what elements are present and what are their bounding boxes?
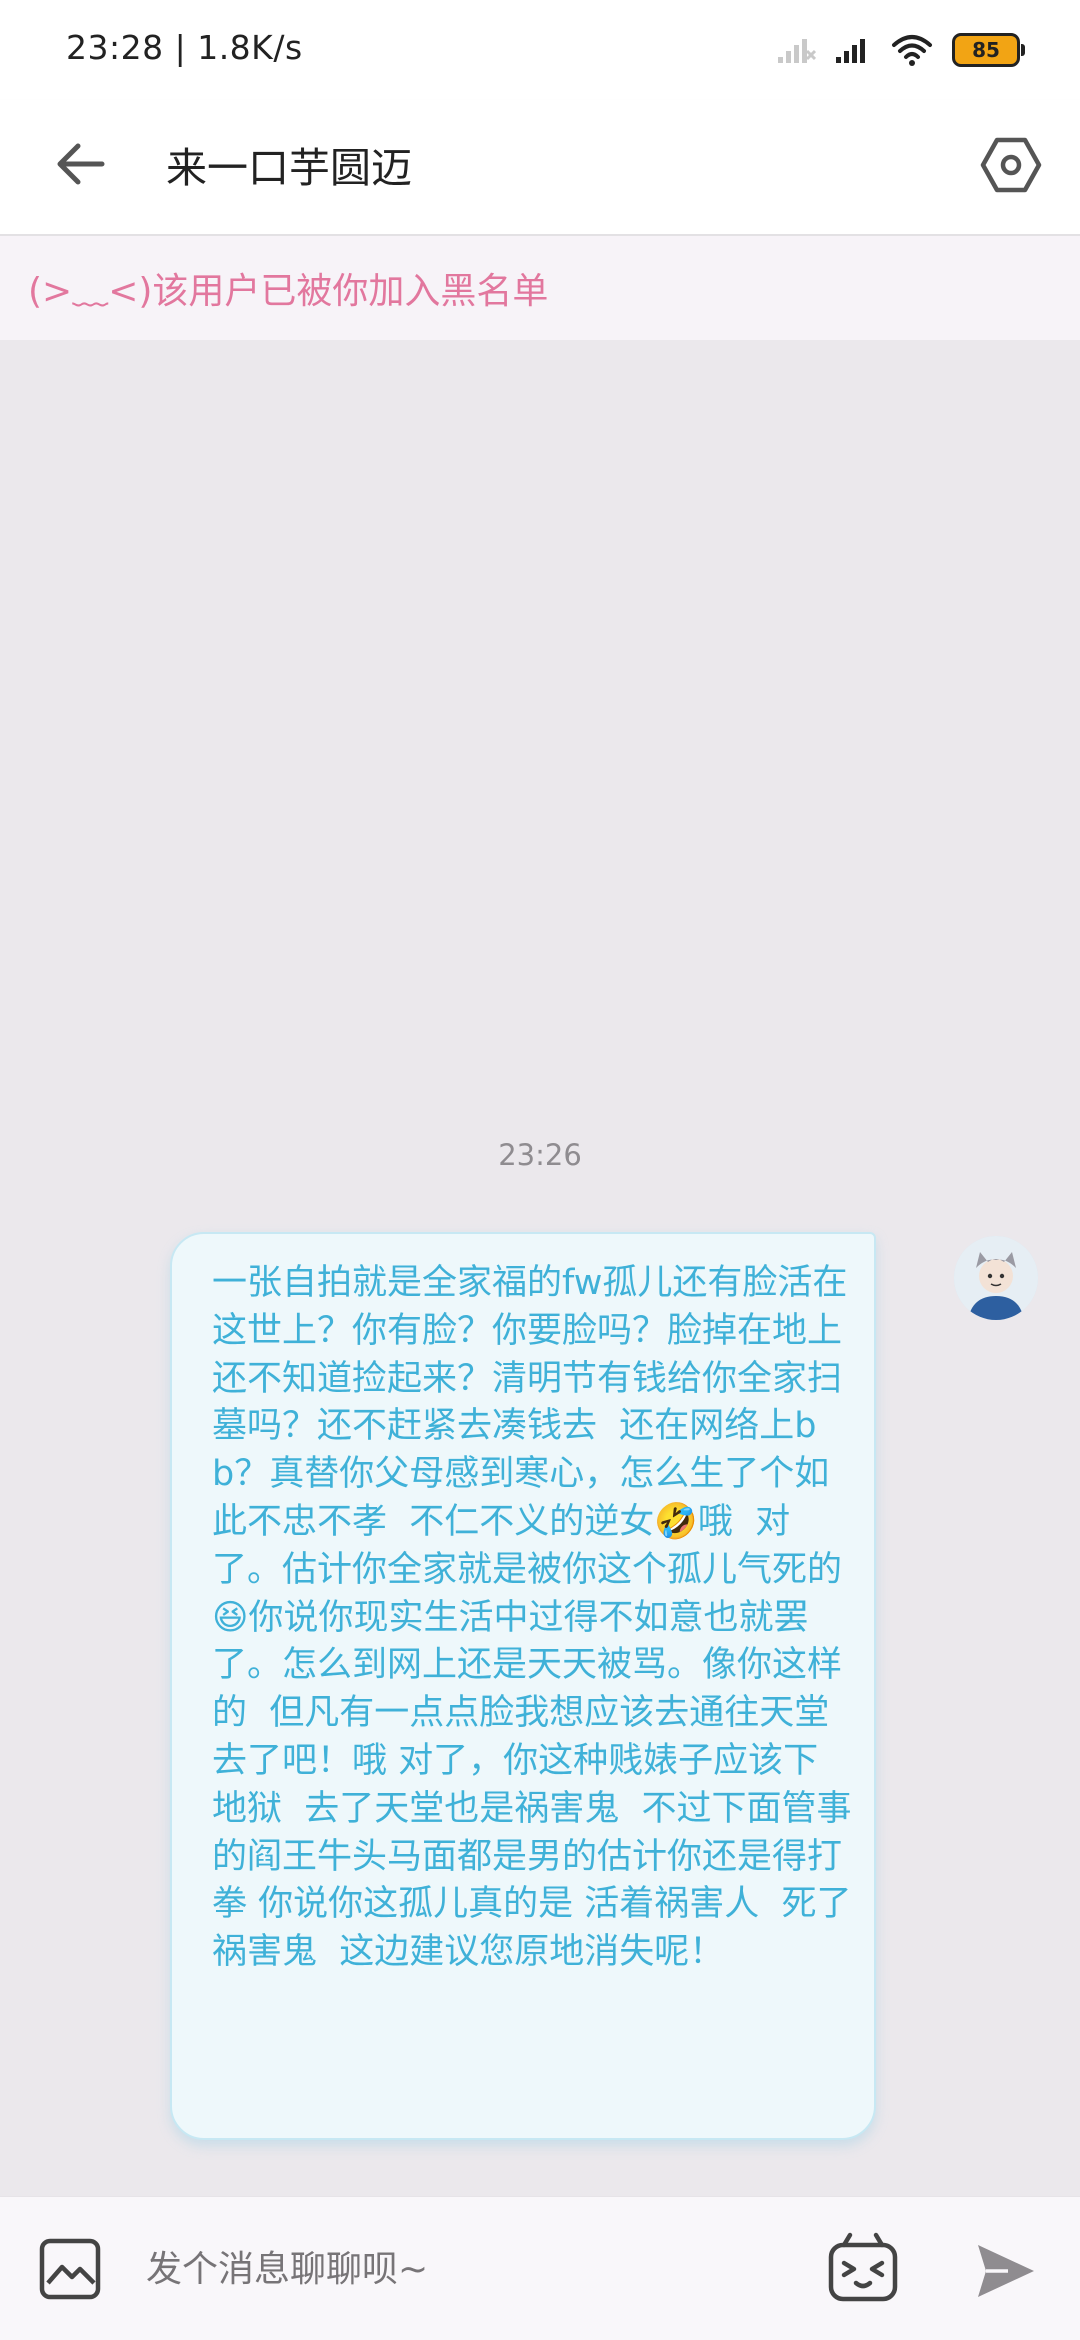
page-title: 来一口芋圆迈 — [166, 144, 412, 192]
signal-icon — [836, 39, 865, 63]
app-bar: 来一口芋圆迈 — [0, 100, 1080, 236]
blacklist-notice-text: (>﹏<)该用户已被你加入黑名单 — [28, 271, 549, 312]
back-arrow-icon — [57, 143, 105, 185]
back-button[interactable] — [44, 128, 116, 200]
battery-level: 85 — [972, 38, 1000, 62]
send-button[interactable] — [974, 2239, 1038, 2303]
image-icon — [39, 2238, 101, 2300]
image-button[interactable] — [38, 2237, 102, 2301]
signal-empty-icon — [778, 39, 816, 63]
message-timestamp: 23:26 — [498, 1138, 582, 1172]
status-time-speed: 23:28 | 1.8K/s — [66, 28, 303, 67]
emoji-button[interactable] — [826, 2231, 900, 2305]
wifi-icon — [892, 35, 932, 66]
message-text: 一张自拍就是全家福的fw孤儿还有脸活在这世上？你有脸？你要脸吗？脸掉在地上还不知… — [212, 1263, 852, 1973]
blacklist-notice: (>﹏<)该用户已被你加入黑名单 — [0, 236, 1080, 340]
emoji-face-icon — [828, 2232, 898, 2302]
settings-hexagon-icon — [980, 137, 1042, 193]
send-icon — [978, 2245, 1034, 2297]
input-bar — [0, 2196, 1080, 2340]
battery-icon: 85 — [952, 33, 1025, 67]
status-bar: 23:28 | 1.8K/s 85 — [0, 0, 1080, 100]
avatar[interactable] — [954, 1236, 1038, 1320]
avatar-image — [954, 1236, 1038, 1320]
message-input[interactable] — [144, 2233, 788, 2305]
status-icons: 85 — [776, 30, 1025, 70]
settings-button[interactable] — [972, 126, 1050, 204]
message-bubble[interactable]: 一张自拍就是全家福的fw孤儿还有脸活在这世上？你有脸？你要脸吗？脸掉在地上还不知… — [170, 1232, 876, 2140]
